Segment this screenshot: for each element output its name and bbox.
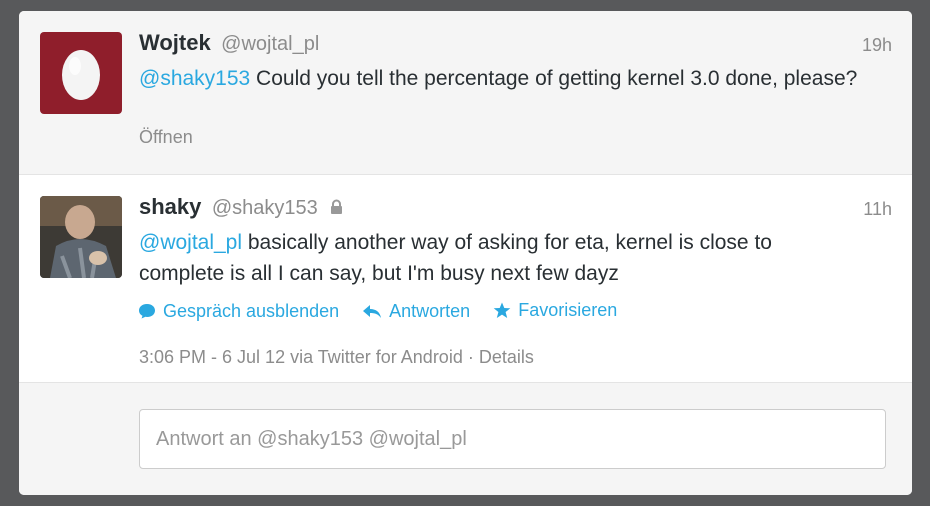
tweet-timestamp[interactable]: 3:06 PM - 6 Jul 12	[139, 347, 285, 367]
tweet-time[interactable]: 19h	[862, 35, 892, 56]
tweet-body: Could you tell the percentage of getting…	[250, 67, 858, 90]
tweet-wojtek[interactable]: Wojtek @wojtal_pl 19h @shaky153 Could yo…	[19, 11, 912, 175]
user-name[interactable]: shaky	[139, 194, 201, 219]
user-photo-icon	[40, 196, 122, 278]
mention-link[interactable]: @shaky153	[139, 67, 250, 90]
tweet-time[interactable]: 11h	[863, 199, 892, 220]
reply-arrow-icon	[363, 305, 382, 318]
favorite-label: Favorisieren	[518, 300, 618, 320]
lock-icon	[331, 199, 343, 214]
meta-separator: ·	[462, 347, 479, 367]
tweet-meta: 3:06 PM - 6 Jul 12 via Twitter for Andro…	[139, 347, 534, 368]
mention-link[interactable]: @wojtal_pl	[139, 231, 242, 254]
tweet-text: @wojtal_pl basically another way of aski…	[139, 227, 859, 289]
tweet-text: @shaky153 Could you tell the percentage …	[139, 63, 859, 94]
user-name[interactable]: Wojtek	[139, 30, 211, 55]
user-handle[interactable]: @wojtal_pl	[221, 33, 319, 55]
egg-avatar-icon	[62, 50, 100, 100]
tweet-header: Wojtek @wojtal_pl	[139, 30, 319, 56]
tweet-source: via Twitter for Android	[285, 347, 463, 367]
avatar-wojtek[interactable]	[40, 32, 122, 114]
avatar-shaky[interactable]	[40, 196, 122, 278]
tweet-shaky[interactable]: shaky @shaky153 11h @wojtal_pl basically…	[19, 175, 912, 383]
tweet-actions: Gespräch ausblenden Antworten Favorisier…	[138, 300, 635, 324]
hide-conversation-label: Gespräch ausblenden	[163, 300, 340, 321]
details-link[interactable]: Details	[479, 347, 534, 367]
hide-conversation-button[interactable]: Gespräch ausblenden	[138, 301, 339, 322]
star-icon	[493, 302, 511, 318]
reply-button[interactable]: Antworten	[362, 301, 470, 322]
user-handle[interactable]: @shaky153	[212, 197, 318, 219]
speech-bubble-icon	[139, 304, 155, 319]
favorite-button[interactable]: Favorisieren	[493, 300, 617, 321]
tweet-header: shaky @shaky153	[139, 194, 343, 220]
tweet-conversation-card: Wojtek @wojtal_pl 19h @shaky153 Could yo…	[19, 11, 912, 495]
reply-area	[19, 383, 912, 495]
reply-label: Antworten	[389, 300, 471, 321]
reply-input[interactable]	[139, 409, 886, 469]
open-link[interactable]: Öffnen	[139, 127, 193, 148]
